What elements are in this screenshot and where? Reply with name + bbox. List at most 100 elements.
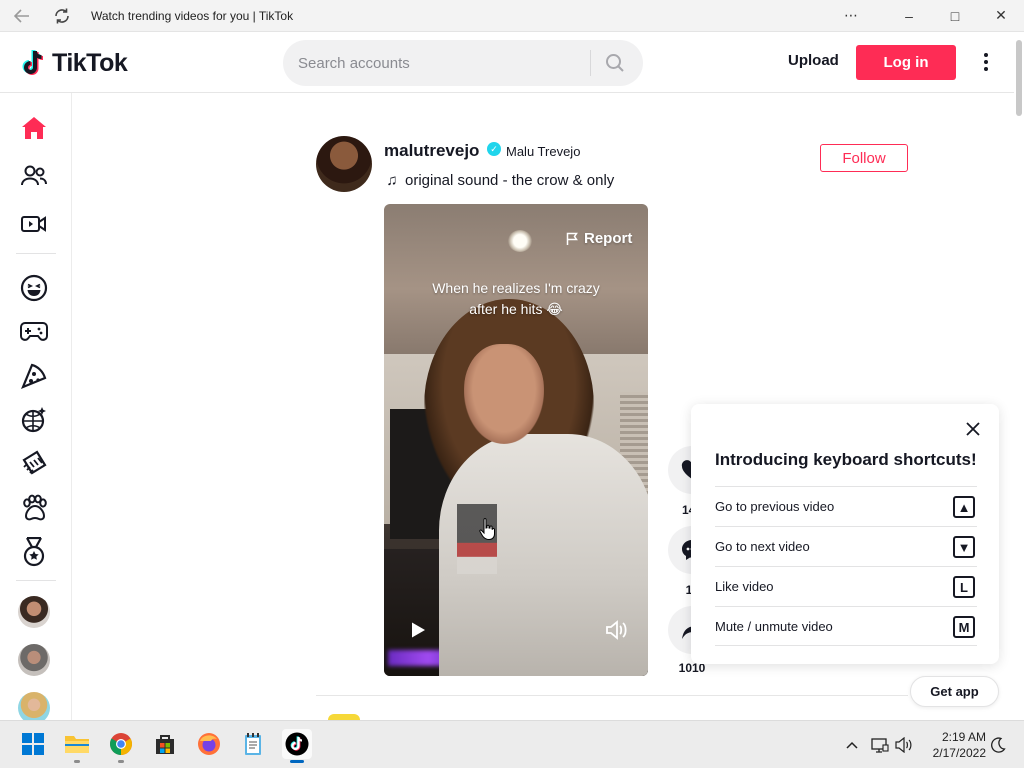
video-player[interactable]: When he realizes I'm crazy after he hits…	[384, 204, 648, 676]
tiktok-logo[interactable]: TikTok	[20, 47, 128, 79]
shortcut-key-m: M	[953, 616, 975, 638]
post-author-avatar[interactable]	[316, 136, 372, 192]
close-window-button[interactable]: ✕	[978, 0, 1024, 31]
taskbar-notepad[interactable]	[238, 729, 268, 759]
suggested-account-avatar[interactable]	[18, 644, 50, 676]
music-note-icon: ♫	[386, 171, 398, 189]
network-tray-icon[interactable]	[870, 735, 890, 755]
back-arrow-icon[interactable]	[12, 6, 32, 26]
logo-text: TikTok	[52, 48, 128, 77]
more-menu-button[interactable]	[976, 48, 996, 76]
minimize-button[interactable]: –	[886, 0, 932, 31]
clock-date: 2/17/2022	[932, 746, 986, 760]
search-button[interactable]	[599, 48, 631, 78]
sidebar-item-home[interactable]	[16, 110, 52, 146]
page-scrollbar[interactable]	[1014, 32, 1024, 720]
speaker-icon	[895, 737, 912, 753]
video-frame-detail	[508, 230, 532, 252]
window-titlebar: Watch trending videos for you | TikTok ⋯…	[0, 0, 1024, 32]
start-button[interactable]	[18, 729, 48, 759]
clock-time: 2:19 AM	[941, 730, 986, 744]
dance-icon	[21, 407, 46, 433]
sidebar-item-animals[interactable]	[16, 490, 52, 526]
taskbar-clock[interactable]: 2:19 AM 2/17/2022	[922, 729, 986, 761]
notepad-icon	[245, 733, 261, 755]
shortcut-row: Like video L	[715, 566, 977, 606]
following-icon	[21, 165, 47, 186]
keyboard-shortcuts-popup: Introducing keyboard shortcuts! Go to pr…	[691, 404, 999, 664]
popup-close-button[interactable]	[963, 419, 983, 439]
sidebar-item-dance[interactable]	[16, 402, 52, 438]
sidebar-item-live[interactable]	[16, 206, 52, 242]
running-indicator	[118, 760, 124, 763]
suggested-account-avatar[interactable]	[18, 596, 50, 628]
tiktok-app-icon	[285, 732, 309, 756]
taskbar-firefox[interactable]	[194, 729, 224, 759]
firefox-icon	[198, 733, 220, 755]
shortcut-label: Go to previous video	[715, 499, 835, 514]
shortcut-row: Go to next video ▼	[715, 526, 977, 566]
home-icon	[22, 117, 46, 139]
shortcut-key-up: ▲	[953, 496, 975, 518]
sidebar-item-sports[interactable]	[16, 534, 52, 570]
chrome-icon	[110, 733, 132, 755]
network-icon	[871, 738, 889, 753]
windows-taskbar: 2:19 AM 2/17/2022	[0, 720, 1024, 768]
report-button[interactable]: Report	[566, 230, 632, 247]
notifications-button[interactable]	[988, 735, 1008, 755]
search-input[interactable]	[298, 40, 586, 86]
volume-tray-icon[interactable]	[894, 735, 914, 755]
store-icon	[156, 735, 174, 754]
follow-button[interactable]: Follow	[820, 144, 908, 172]
maximize-button[interactable]: □	[932, 0, 978, 31]
windows-logo-icon	[22, 733, 44, 755]
comedy-icon	[20, 274, 48, 302]
shortcut-row: Go to previous video ▲	[715, 486, 977, 526]
sidebar-item-gaming[interactable]	[16, 314, 52, 350]
taskbar-tiktok[interactable]	[282, 729, 312, 763]
play-button[interactable]	[408, 620, 428, 640]
refresh-icon[interactable]	[52, 6, 72, 26]
gaming-icon	[20, 322, 48, 341]
sports-icon	[23, 537, 45, 567]
show-hidden-icons-button[interactable]	[842, 735, 862, 755]
popup-title: Introducing keyboard shortcuts!	[715, 450, 977, 469]
shortcut-row: Mute / unmute video M	[715, 606, 977, 646]
search-icon	[606, 54, 624, 72]
scrollbar-thumb[interactable]	[1016, 40, 1022, 116]
volume-button[interactable]	[604, 618, 630, 642]
taskbar-store[interactable]	[150, 729, 180, 759]
shortcut-label: Go to next video	[715, 539, 810, 554]
chevron-up-icon	[846, 741, 858, 749]
post-nickname[interactable]: Malu Trevejo	[506, 144, 580, 159]
verified-badge-icon: ✓	[487, 142, 501, 156]
upload-link[interactable]: Upload	[788, 52, 839, 69]
shortcut-label: Like video	[715, 579, 774, 594]
tiktok-logo-icon	[22, 49, 44, 75]
post-music[interactable]: original sound - the crow & only	[405, 172, 614, 189]
beauty-icon	[22, 450, 47, 475]
sidebar-item-comedy[interactable]	[16, 270, 52, 306]
login-button[interactable]: Log in	[856, 45, 956, 80]
sidebar-item-food[interactable]	[16, 358, 52, 394]
post-username[interactable]: malutrevejo	[384, 141, 479, 161]
get-app-button[interactable]: Get app	[910, 676, 999, 707]
moon-icon	[991, 737, 1006, 753]
food-icon	[20, 363, 47, 390]
more-options-button[interactable]: ⋯	[828, 0, 874, 31]
video-caption-line: after he hits 😂	[469, 301, 563, 317]
taskbar-chrome[interactable]	[106, 729, 136, 763]
play-icon	[412, 622, 425, 638]
flag-icon	[566, 231, 580, 247]
search-divider	[590, 50, 591, 76]
volume-icon	[606, 620, 627, 640]
shortcut-key-down: ▼	[953, 536, 975, 558]
folder-icon	[65, 736, 89, 753]
site-header: TikTok Upload Log in	[0, 32, 1024, 93]
sidebar-item-beauty[interactable]	[16, 446, 52, 482]
animals-icon	[23, 494, 47, 521]
taskbar-file-explorer[interactable]	[62, 729, 92, 763]
active-indicator	[290, 760, 304, 763]
feed-divider	[316, 695, 908, 696]
sidebar-item-following[interactable]	[16, 158, 52, 194]
